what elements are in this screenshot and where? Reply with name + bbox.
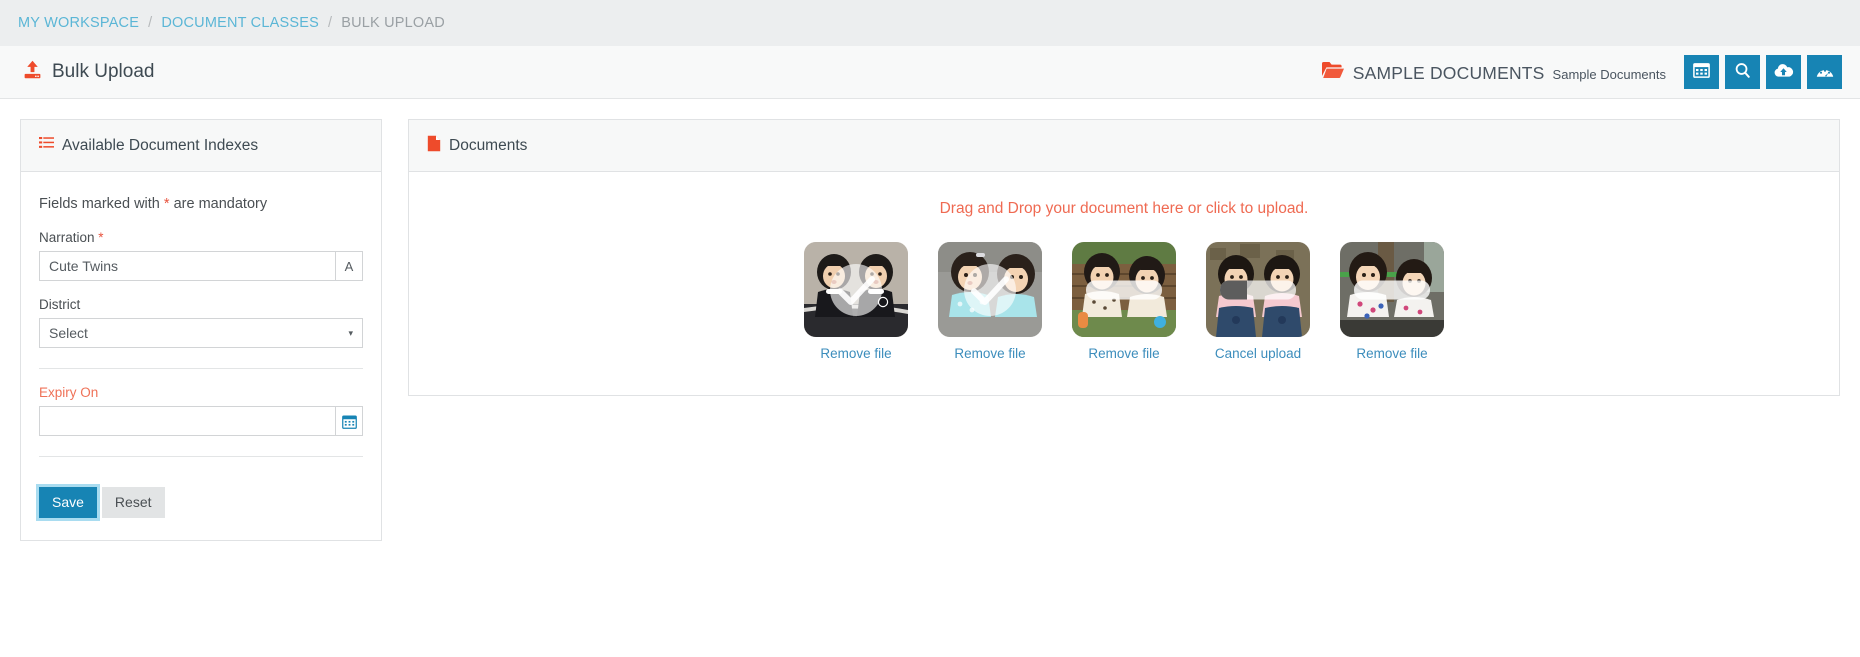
thumbnail-item: Remove file [938, 242, 1042, 361]
upload-progress-fill [1220, 280, 1247, 299]
cancel-upload-link[interactable]: Cancel upload [1215, 346, 1301, 361]
left-card-body: Fields marked with * are mandatory Narra… [21, 172, 381, 540]
calendar-icon[interactable] [335, 406, 363, 436]
remove-file-link[interactable]: Remove file [1356, 346, 1427, 361]
form-divider-bottom [39, 456, 363, 457]
save-button[interactable]: Save [39, 487, 97, 519]
upload-complete-icon [964, 263, 1016, 316]
document-file-icon [427, 135, 441, 157]
expiry-input[interactable] [39, 406, 335, 436]
narration-required-marker: * [98, 230, 104, 245]
district-select-value: Select [49, 325, 88, 341]
grid-view-button[interactable] [1684, 55, 1719, 89]
breadcrumb-separator: / [148, 15, 153, 31]
available-document-indexes-card: Available Document Indexes Fields marked… [20, 119, 382, 542]
form-divider [39, 368, 363, 369]
narration-field-group: Narration * A [39, 230, 363, 281]
thumbnail-image [1340, 242, 1444, 337]
bulk-upload-page: MY WORKSPACE / DOCUMENT CLASSES / BULK U… [0, 0, 1860, 657]
left-card-title: Available Document Indexes [62, 136, 259, 154]
upload-progress-bar [1354, 280, 1430, 299]
current-folder: SAMPLE DOCUMENTS Sample Documents [1321, 60, 1666, 84]
narration-input[interactable] [39, 251, 335, 281]
narration-input-row: A [39, 251, 363, 281]
upload-progress-bar [1220, 280, 1296, 299]
search-icon [1733, 61, 1752, 83]
documents-card-title: Documents [449, 136, 528, 154]
thumbnail-item: Remove file [804, 242, 908, 361]
font-style-icon[interactable]: A [335, 251, 363, 281]
page-header-left: Bulk Upload [22, 59, 154, 85]
upload-complete-icon [830, 263, 882, 316]
folder-name: SAMPLE DOCUMENTS [1352, 63, 1545, 83]
breadcrumb: MY WORKSPACE / DOCUMENT CLASSES / BULK U… [0, 0, 1860, 46]
district-select[interactable]: Select ▾ [39, 318, 363, 348]
breadcrumb-separator: / [327, 15, 333, 31]
search-button[interactable] [1725, 55, 1760, 89]
narration-label-text: Narration [39, 230, 95, 245]
upload-icon [22, 59, 43, 85]
remove-file-link[interactable]: Remove file [954, 346, 1025, 361]
upload-progress-bar [1086, 280, 1162, 299]
thumbnail-item: Remove file [1340, 242, 1444, 361]
remove-file-link[interactable]: Remove file [820, 346, 891, 361]
dashboard-gauge-icon [1815, 61, 1835, 83]
chevron-down-icon: ▾ [348, 327, 353, 338]
expiry-label: Expiry On [39, 385, 99, 400]
breadcrumb-item-my-workspace[interactable]: MY WORKSPACE [18, 15, 139, 31]
reset-button[interactable]: Reset [101, 487, 165, 519]
folder-subtitle: Sample Documents [1552, 67, 1666, 82]
thumbnail-item: Remove file [1072, 242, 1176, 361]
mandatory-note-prefix: Fields marked with [39, 196, 164, 212]
documents-card: Documents Drag and Drop your document he… [408, 119, 1840, 396]
district-label: District [39, 297, 81, 312]
dashboard-button[interactable] [1807, 55, 1842, 89]
district-field-group: District Select ▾ [39, 297, 363, 348]
left-card-header: Available Document Indexes [21, 120, 381, 172]
cloud-upload-button[interactable] [1766, 55, 1801, 89]
form-actions: Save Reset [39, 473, 363, 540]
breadcrumb-item-bulk-upload: BULK UPLOAD [341, 15, 445, 31]
narration-label: Narration * [39, 230, 363, 245]
thumbnail-image [1206, 242, 1310, 337]
expiry-field-group: Expiry On [39, 385, 363, 436]
thumbnail-image [938, 242, 1042, 337]
remove-file-link[interactable]: Remove file [1088, 346, 1159, 361]
expiry-input-row [39, 406, 363, 436]
thumbnail-list: Remove file Remove file Remove file Canc… [429, 242, 1819, 361]
mandatory-note: Fields marked with * are mandatory [39, 196, 363, 212]
thumbnail-image [804, 242, 908, 337]
cloud-upload-icon [1773, 61, 1794, 83]
documents-card-header: Documents [409, 120, 1839, 172]
thumbnail-item: Cancel upload [1206, 242, 1310, 361]
document-drop-zone[interactable]: Drag and Drop your document here or clic… [409, 172, 1839, 395]
page-header: Bulk Upload SAMPLE DOCUMENTS Sample Docu… [0, 46, 1860, 99]
list-icon [39, 136, 54, 155]
drop-zone-text: Drag and Drop your document here or clic… [939, 200, 1309, 217]
breadcrumb-item-document-classes[interactable]: DOCUMENT CLASSES [161, 15, 319, 31]
mandatory-note-suffix: are mandatory [169, 196, 268, 212]
page-header-right: SAMPLE DOCUMENTS Sample Documents [1321, 55, 1842, 89]
thumbnail-image [1072, 242, 1176, 337]
grid-icon [1692, 61, 1711, 83]
page-title: Bulk Upload [52, 61, 155, 82]
page-content: Available Document Indexes Fields marked… [0, 99, 1860, 542]
open-folder-icon [1321, 60, 1345, 84]
